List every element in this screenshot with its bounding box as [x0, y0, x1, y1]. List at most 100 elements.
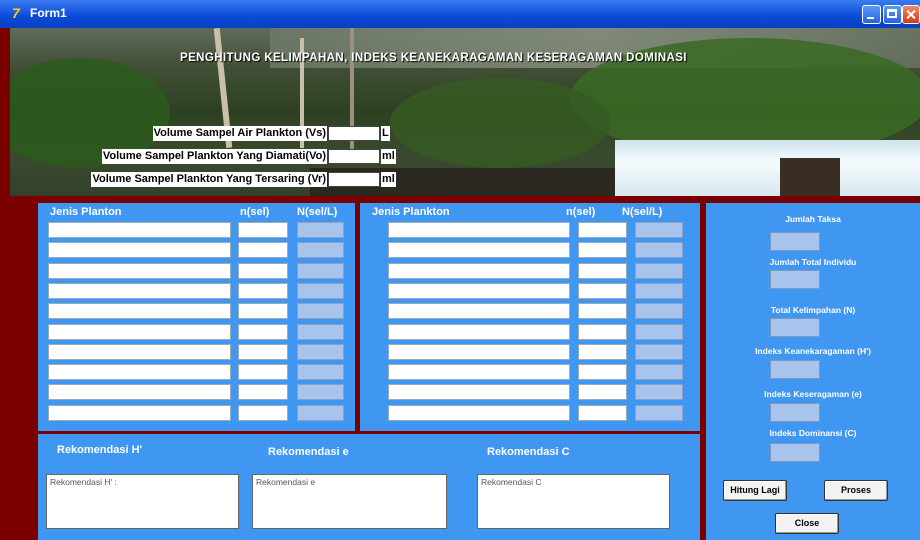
indeks-dominansi-output: [770, 443, 820, 462]
right-col-N-header: N(sel/L): [622, 206, 663, 218]
jenis-plankton-input[interactable]: [388, 343, 570, 360]
left-col-jenis-header: Jenis Planton: [50, 206, 122, 218]
n-sel-input[interactable]: [578, 282, 627, 299]
jenis-plankton-input[interactable]: [388, 323, 570, 340]
jenis-plankton-input[interactable]: [48, 303, 231, 320]
left-col-N-header: N(sel/L): [297, 206, 338, 218]
app-heading: PENGHITUNG KELIMPAHAN, INDEKS KEANEKARAG…: [180, 52, 687, 64]
total-kelimpahan-label: Total Kelimpahan (N): [770, 305, 856, 315]
N-sel-output: [635, 343, 683, 360]
window-titlebar[interactable]: 7 Form1: [0, 0, 920, 28]
indeks-keseragaman-label: Indeks Keseragaman (e): [764, 389, 862, 399]
N-sel-output: [635, 242, 683, 259]
jumlah-individu-output: [770, 270, 820, 289]
n-sel-input[interactable]: [578, 384, 627, 401]
jenis-plankton-input[interactable]: [388, 303, 570, 320]
indeks-keseragaman-output: [770, 403, 820, 422]
n-sel-input[interactable]: [578, 303, 627, 320]
jenis-plankton-input[interactable]: [48, 384, 231, 401]
maximize-button[interactable]: [883, 5, 902, 24]
window-title: Form1: [30, 6, 67, 20]
jenis-plankton-input[interactable]: [388, 222, 570, 238]
jenis-plankton-input[interactable]: [48, 404, 231, 421]
N-sel-output: [297, 384, 344, 401]
jenis-plankton-input[interactable]: [48, 262, 231, 279]
n-sel-input[interactable]: [238, 222, 288, 238]
N-sel-output: [297, 343, 344, 360]
jenis-plankton-input[interactable]: [388, 404, 570, 421]
N-sel-output: [297, 323, 344, 340]
jenis-plankton-input[interactable]: [48, 364, 231, 381]
N-sel-output: [635, 323, 683, 340]
n-sel-input[interactable]: [238, 262, 288, 279]
N-sel-output: [297, 262, 344, 279]
rekomendasi-e-title: Rekomendasi e: [268, 446, 349, 458]
right-col-jenis-header: Jenis Plankton: [372, 206, 450, 218]
right-col-n-header: n(sel): [566, 206, 596, 218]
total-kelimpahan-output: [770, 318, 820, 337]
jenis-plankton-input[interactable]: [388, 384, 570, 401]
rekomendasi-h-memo[interactable]: Rekomendasi H' :: [46, 474, 239, 529]
vr-label: Volume Sampel Plankton Yang Tersaring (V…: [91, 172, 327, 187]
n-sel-input[interactable]: [578, 262, 627, 279]
N-sel-output: [297, 404, 344, 421]
N-sel-output: [297, 303, 344, 320]
vo-input[interactable]: [328, 149, 380, 164]
jenis-plankton-input[interactable]: [48, 343, 231, 360]
jenis-plankton-input[interactable]: [48, 222, 231, 238]
N-sel-output: [635, 262, 683, 279]
n-sel-input[interactable]: [238, 384, 288, 401]
jenis-plankton-input[interactable]: [388, 262, 570, 279]
jenis-plankton-input[interactable]: [48, 323, 231, 340]
rekomendasi-h-title: Rekomendasi H': [57, 444, 143, 456]
jenis-plankton-input[interactable]: [388, 282, 570, 299]
n-sel-input[interactable]: [238, 343, 288, 360]
vo-label: Volume Sampel Plankton Yang Diamati(Vo): [101, 149, 327, 164]
vr-input[interactable]: [328, 172, 380, 187]
n-sel-input[interactable]: [238, 242, 288, 259]
jenis-plankton-input[interactable]: [388, 242, 570, 259]
n-sel-input[interactable]: [578, 343, 627, 360]
n-sel-input[interactable]: [238, 404, 288, 421]
jenis-plankton-input[interactable]: [48, 242, 231, 259]
n-sel-input[interactable]: [578, 222, 627, 238]
rekomendasi-e-memo[interactable]: Rekomendasi e: [252, 474, 447, 529]
n-sel-input[interactable]: [578, 323, 627, 340]
n-sel-input[interactable]: [238, 282, 288, 299]
n-sel-input[interactable]: [578, 242, 627, 259]
left-col-n-header: n(sel): [240, 206, 270, 218]
N-sel-output: [635, 222, 683, 238]
vs-label: Volume Sampel Air Plankton (Vs): [152, 126, 327, 141]
n-sel-input[interactable]: [578, 364, 627, 381]
n-sel-input[interactable]: [238, 323, 288, 340]
close-button[interactable]: Close: [775, 513, 839, 534]
app-icon: 7: [12, 5, 20, 21]
close-window-button[interactable]: [902, 5, 920, 24]
vs-unit: L: [381, 126, 390, 141]
vo-unit: ml: [381, 149, 396, 164]
n-sel-input[interactable]: [578, 404, 627, 421]
jumlah-taksa-label: Jumlah Taksa: [785, 214, 841, 224]
N-sel-output: [635, 384, 683, 401]
header-banner: PENGHITUNG KELIMPAHAN, INDEKS KEANEKARAG…: [10, 28, 920, 196]
proses-button[interactable]: Proses: [824, 480, 888, 501]
N-sel-output: [635, 303, 683, 320]
minimize-button[interactable]: [862, 5, 881, 24]
jenis-plankton-input[interactable]: [388, 364, 570, 381]
indeks-keanekaragaman-output: [770, 360, 820, 379]
N-sel-output: [297, 364, 344, 381]
rekomendasi-c-memo[interactable]: Rekomendasi C: [477, 474, 670, 529]
jenis-plankton-input[interactable]: [48, 282, 231, 299]
N-sel-output: [297, 282, 344, 299]
N-sel-output: [635, 282, 683, 299]
jumlah-taksa-output: [770, 232, 820, 251]
vs-input[interactable]: [328, 126, 380, 141]
N-sel-output: [635, 364, 683, 381]
n-sel-input[interactable]: [238, 364, 288, 381]
banner-rocks: [780, 158, 840, 196]
jumlah-individu-label: Jumlah Total Individu: [769, 257, 857, 267]
vr-unit: ml: [381, 172, 396, 187]
banner-waterfall: [615, 140, 920, 196]
hitung-lagi-button[interactable]: Hitung Lagi: [723, 480, 787, 501]
n-sel-input[interactable]: [238, 303, 288, 320]
